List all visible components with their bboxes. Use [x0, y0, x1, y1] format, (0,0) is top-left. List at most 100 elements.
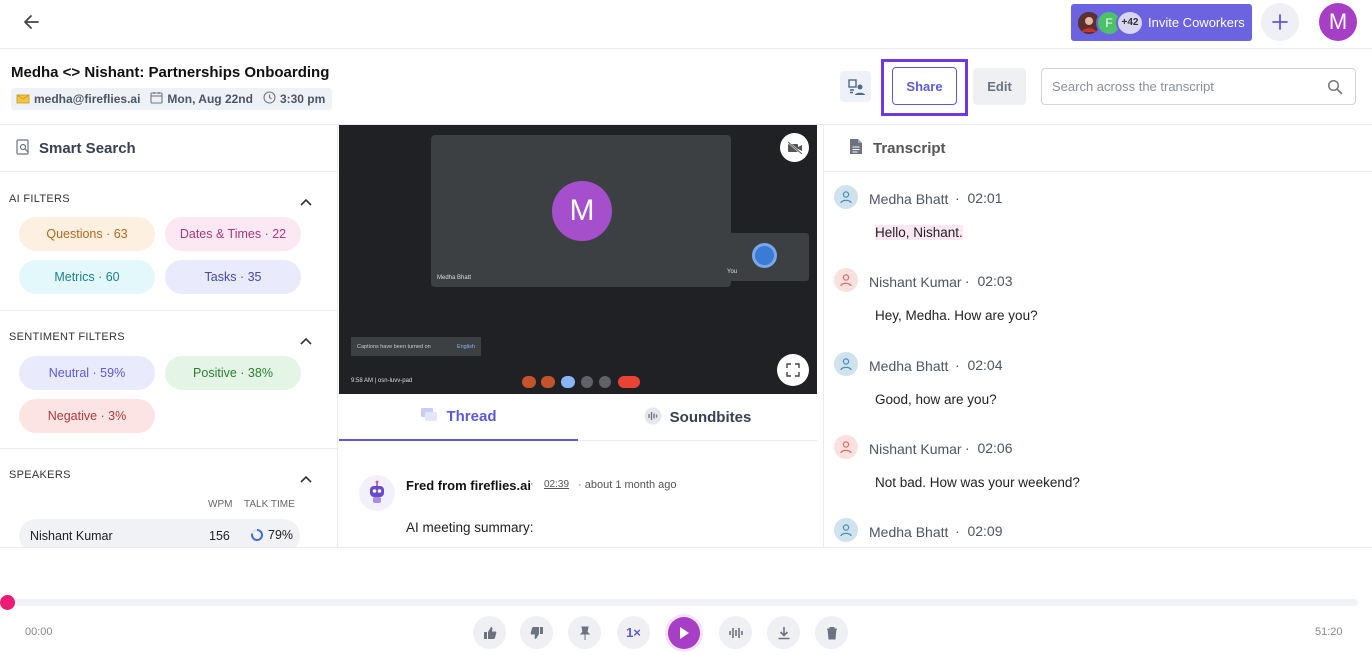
trash-icon — [826, 626, 837, 639]
delete-button[interactable] — [815, 616, 848, 649]
transcript-speaker[interactable]: Medha Bhatt — [869, 191, 948, 207]
chevron-up-icon[interactable] — [300, 337, 312, 345]
transcript-entry[interactable]: Medha Bhatt · 02:09 — [824, 518, 1372, 547]
smart-search-title: Smart Search — [39, 139, 136, 157]
audio-player: 00:00 51:20 1× — [0, 547, 1372, 655]
progress-bar[interactable] — [7, 599, 1358, 606]
transcript-entry[interactable]: Medha Bhatt · 02:01 Hello, Nishant. — [824, 185, 1372, 268]
more-control-icon — [599, 376, 611, 388]
captions-control-icon — [561, 376, 575, 388]
share-button[interactable]: Share — [892, 67, 957, 105]
captions-language: English — [456, 343, 475, 350]
invite-coworkers-label: Invite Coworkers — [1148, 15, 1245, 30]
transcript-search — [1041, 68, 1356, 105]
transcript-time-text: 02:09 — [967, 523, 1003, 539]
thread-message: AI meeting summary: — [406, 520, 534, 535]
thumbs-down-icon — [530, 626, 543, 639]
chevron-up-icon[interactable] — [300, 475, 312, 483]
document-icon — [849, 138, 863, 158]
thread-timestamp-link[interactable]: 02:39 — [544, 479, 569, 490]
waveform-icon — [728, 627, 743, 638]
transcript-text: Hello, Nishant. — [875, 225, 963, 240]
transcript-entry[interactable]: Medha Bhatt · 02:04 Good, how are you? — [824, 352, 1372, 435]
participant-tile: M Medha Bhatt — [431, 135, 731, 287]
transcript-header: Transcript — [824, 125, 1372, 172]
people-icon — [847, 78, 865, 95]
coworker-avatars: F +42 — [1076, 9, 1146, 36]
ai-filters-title: AI FILTERS — [9, 193, 70, 205]
transcript-time[interactable]: · 02:09 — [955, 523, 1003, 539]
smart-search-icon — [16, 138, 31, 158]
present-control-icon — [581, 376, 593, 388]
add-button[interactable] — [1261, 3, 1299, 41]
meeting-date-text: Mon, Aug 22nd — [167, 92, 253, 106]
filter-negative[interactable]: Negative · 3% — [19, 399, 155, 433]
transcript-entry[interactable]: Nishant Kumar · 02:06 Not bad. How was y… — [824, 435, 1372, 518]
transcript-time[interactable]: · 02:03 — [965, 273, 1013, 289]
transcript-speaker[interactable]: Medha Bhatt — [869, 358, 948, 374]
transcript-time[interactable]: · 02:01 — [955, 190, 1003, 206]
fullscreen-icon[interactable] — [777, 354, 809, 386]
invite-coworkers-button[interactable]: F +42 Invite Coworkers — [1071, 4, 1252, 41]
speaker-row[interactable]: Nishant Kumar 156 79% — [19, 519, 300, 547]
transcript-entry[interactable]: Nishant Kumar · 02:03 Hey, Medha. How ar… — [824, 268, 1372, 351]
play-icon — [668, 617, 700, 649]
download-button[interactable] — [767, 616, 800, 649]
video-player[interactable]: M Medha Bhatt You Captions have been tur… — [339, 125, 817, 394]
person-icon — [834, 352, 858, 376]
top-bar: F +42 Invite Coworkers M — [0, 0, 1372, 49]
speaker-manage-button[interactable] — [840, 71, 871, 102]
transcript-panel: Transcript Medha Bhatt · 02:01 Hello, Ni… — [823, 125, 1372, 547]
search-icon[interactable] — [1327, 79, 1343, 98]
waveform-icon — [644, 407, 662, 429]
transcript-time-text: 02:04 — [967, 357, 1003, 373]
transcript-time[interactable]: · 02:06 — [965, 440, 1013, 456]
filter-metrics[interactable]: Metrics · 60 — [19, 260, 155, 294]
thumbs-down-button[interactable] — [520, 616, 553, 649]
captions-bar: Captions have been turned on English — [351, 337, 481, 356]
soundbite-button[interactable] — [719, 616, 752, 649]
filter-positive[interactable]: Positive · 38% — [165, 356, 301, 390]
participant-avatar: M — [552, 181, 612, 241]
tab-soundbites-label: Soundbites — [669, 409, 752, 426]
thread-relative-time: · about 1 month ago — [578, 479, 677, 491]
transcript-time[interactable]: · 02:04 — [955, 357, 1003, 373]
filter-neutral[interactable]: Neutral · 59% — [19, 356, 155, 390]
calendar-icon — [150, 91, 163, 107]
talk-time-ring-icon — [251, 529, 263, 541]
filter-tasks[interactable]: Tasks · 35 — [165, 260, 301, 294]
pin-button[interactable] — [568, 616, 601, 649]
progress-handle[interactable] — [0, 595, 15, 610]
person-icon — [834, 435, 858, 459]
speaker-talk-value: 79% — [268, 528, 294, 542]
coworker-count-badge: +42 — [1116, 9, 1144, 36]
self-avatar — [752, 243, 777, 268]
filter-questions[interactable]: Questions · 63 — [19, 217, 155, 251]
meeting-time: 3:30 pm — [263, 91, 325, 107]
bot-avatar — [359, 475, 395, 511]
play-button[interactable] — [665, 614, 703, 652]
transcript-text: Not bad. How was your weekend? — [875, 475, 1080, 490]
transcript-speaker[interactable]: Nishant Kumar — [869, 274, 962, 290]
transcript-search-input[interactable] — [1042, 69, 1312, 104]
user-avatar[interactable]: M — [1319, 3, 1357, 41]
duration: 51:20 — [1315, 626, 1343, 638]
back-arrow-icon[interactable] — [22, 12, 42, 32]
mail-icon — [16, 92, 30, 107]
person-icon — [834, 268, 858, 292]
filter-dates-times[interactable]: Dates & Times · 22 — [165, 217, 301, 251]
tab-thread[interactable]: Thread — [339, 394, 578, 441]
playback-speed-button[interactable]: 1× — [617, 616, 650, 649]
transcript-speaker[interactable]: Medha Bhatt — [869, 524, 948, 540]
tab-soundbites[interactable]: Soundbites — [578, 394, 817, 441]
meeting-email-text: medha@fireflies.ai — [34, 92, 141, 106]
thumbs-up-button[interactable] — [473, 616, 506, 649]
section-divider — [0, 448, 337, 449]
video-off-icon[interactable] — [780, 133, 809, 162]
transcript-speaker[interactable]: Nishant Kumar — [869, 441, 962, 457]
talk-time-header: TALK TIME — [244, 499, 295, 510]
transcript-time-text: 02:01 — [967, 190, 1003, 206]
edit-button[interactable]: Edit — [973, 68, 1026, 105]
captions-text: Captions have been turned on — [357, 343, 431, 350]
chevron-up-icon[interactable] — [300, 198, 312, 206]
